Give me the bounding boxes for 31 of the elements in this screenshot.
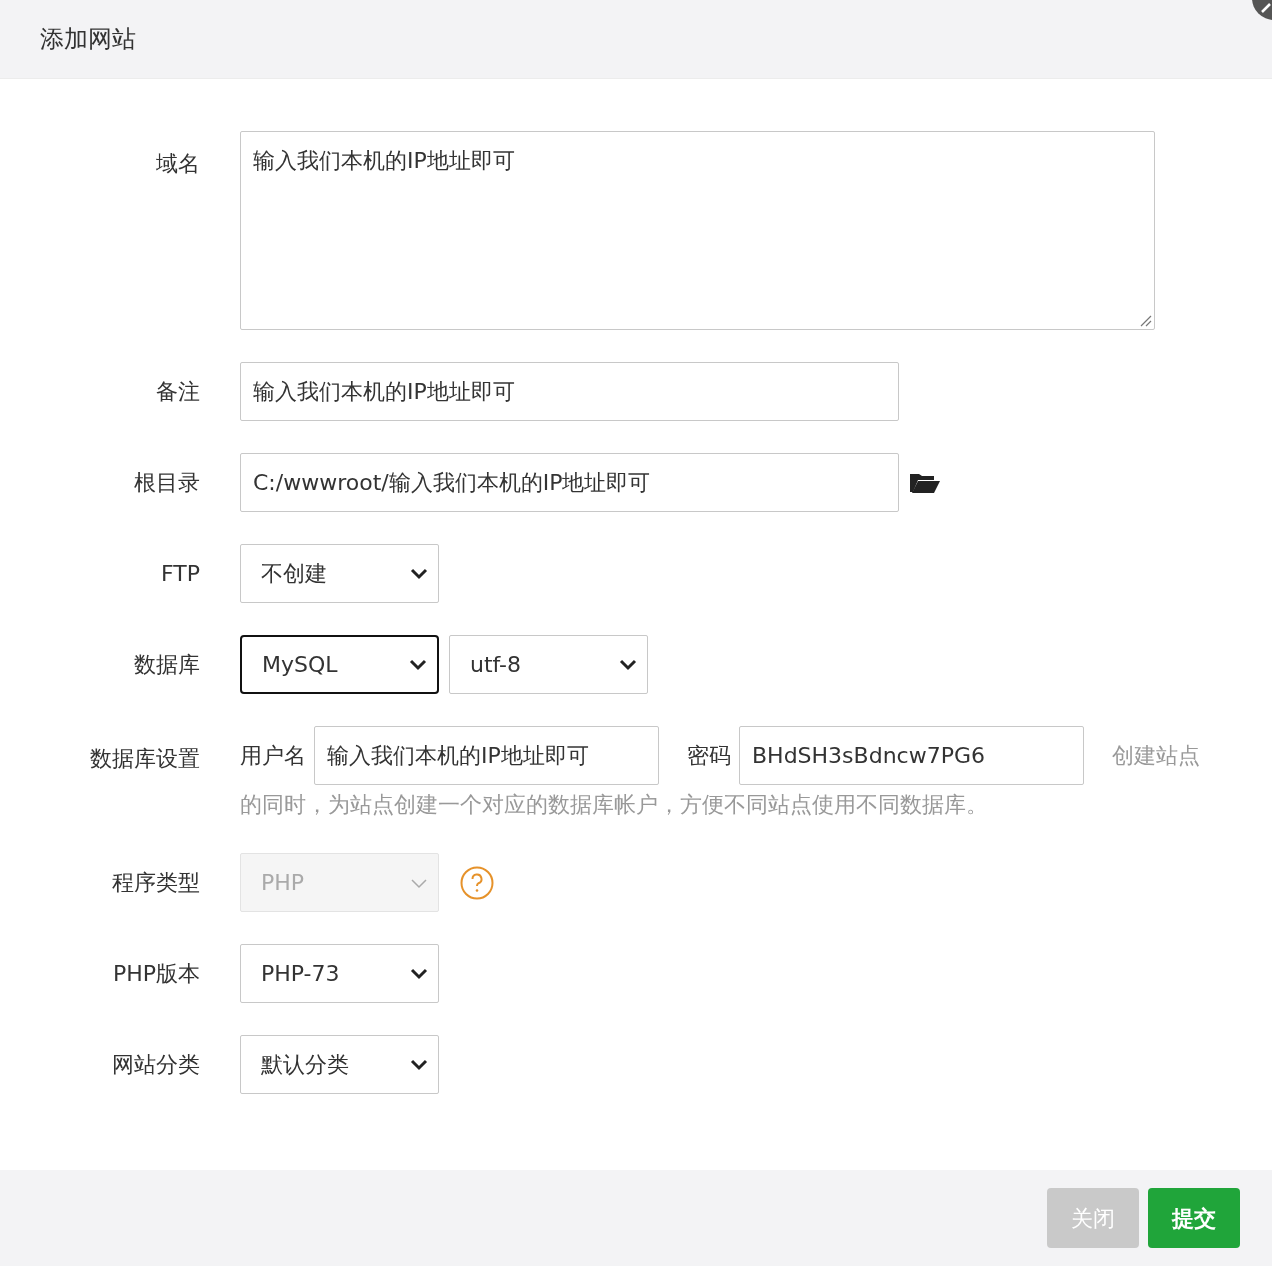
text-area[interactable]: 输入我们本机的IP地址即可 xyxy=(240,131,1155,330)
field-label: 程序类型 xyxy=(112,869,200,897)
dropdown[interactable]: 默认分类 xyxy=(240,1035,439,1094)
field-label: 根目录 xyxy=(134,469,200,497)
chevron-down-icon xyxy=(410,967,428,980)
dialog-title: 添加网站 xyxy=(40,24,136,55)
resize-handle-icon xyxy=(1138,313,1152,327)
chevron-down-icon xyxy=(410,567,428,580)
chevron-down-icon xyxy=(410,1058,428,1071)
field-label: 用户名 xyxy=(240,742,306,770)
chevron-down-icon xyxy=(410,876,428,889)
dropdown[interactable]: PHP-73 xyxy=(240,944,439,1003)
dropdown[interactable]: MySQL xyxy=(240,635,439,694)
dropdown[interactable]: utf-8 xyxy=(449,635,648,694)
field-label: 网站分类 xyxy=(112,1051,200,1079)
hint-text: 创建站点 xyxy=(1112,742,1200,770)
field-label: PHP版本 xyxy=(112,960,200,988)
input-field[interactable]: BHdSH3sBdncw7PG6 xyxy=(739,726,1084,785)
input-field[interactable]: 输入我们本机的IP地址即可 xyxy=(240,362,899,421)
dropdown[interactable]: 不创建 xyxy=(240,544,439,603)
chevron-down-icon xyxy=(619,658,637,671)
input-field[interactable]: 输入我们本机的IP地址即可 xyxy=(314,726,659,785)
field-label: 数据库设置 xyxy=(90,745,200,773)
field-label: 密码 xyxy=(687,742,731,770)
hint-text: 的同时，为站点创建一个对应的数据库帐户，方便不同站点使用不同数据库。 xyxy=(240,791,989,819)
field-label: FTP xyxy=(161,560,200,588)
input-field[interactable]: C:/wwwroot/输入我们本机的IP地址即可 xyxy=(240,453,899,512)
field-label: 域名 xyxy=(156,150,200,178)
chevron-down-icon xyxy=(409,658,427,671)
field-label: 数据库 xyxy=(134,651,200,679)
field-label: 备注 xyxy=(156,378,200,406)
